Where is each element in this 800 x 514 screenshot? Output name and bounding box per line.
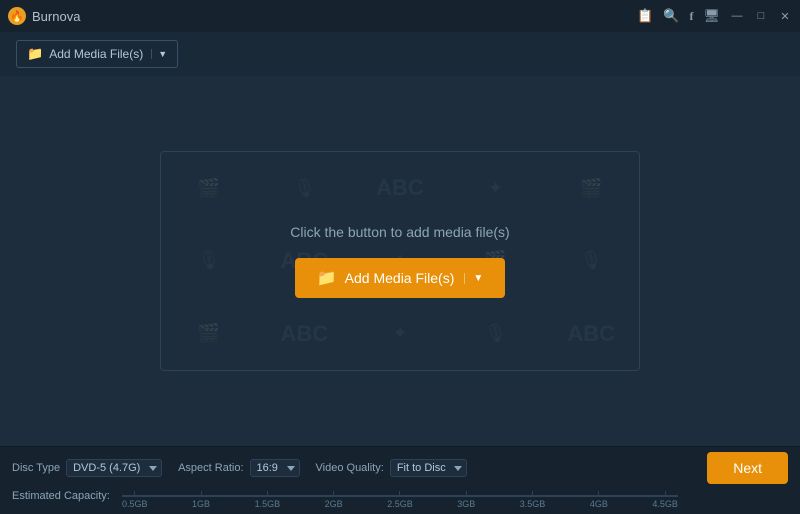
toolbar: 📁 Add Media File(s) ▼: [0, 32, 800, 76]
tick-5: 3GB: [457, 489, 475, 509]
file-toolbar-icon[interactable]: 📋: [637, 8, 653, 24]
wm-6: 🎙: [161, 225, 257, 298]
add-media-main-button[interactable]: 📁 Add Media File(s) ▼: [295, 258, 506, 298]
add-media-main-icon: 📁: [317, 268, 337, 288]
video-quality-group: Video Quality: Fit to Disc High Medium L…: [316, 459, 467, 477]
add-media-toolbar-button[interactable]: 📁 Add Media File(s) ▼: [16, 40, 178, 68]
drop-zone: 🎬 🎙 ABC ✦ 🎬 🎙 ABC ✦ 🎬 🎙 🎬 ABC ✦ 🎙 ABC Cl…: [160, 151, 640, 371]
tick-3: 2GB: [325, 489, 343, 509]
app-title: Burnova: [32, 9, 80, 24]
tick-4: 2.5GB: [387, 489, 413, 509]
aspect-ratio-select[interactable]: 16:9 4:3: [250, 459, 300, 477]
maximize-button[interactable]: □: [754, 9, 768, 23]
tick-7: 4GB: [590, 489, 608, 509]
wm-15: ABC: [543, 297, 639, 370]
capacity-label: Estimated Capacity:: [12, 490, 122, 502]
add-media-main-label: Add Media File(s): [345, 270, 455, 286]
tick-label-5: 3GB: [457, 499, 475, 509]
add-media-toolbar-dropdown[interactable]: ▼: [151, 49, 167, 59]
tick-label-2: 1.5GB: [255, 499, 281, 509]
wm-1: 🎬: [161, 152, 257, 225]
disc-type-group: Disc Type DVD-5 (4.7G) DVD-9 (8.5G) BD-2…: [12, 459, 162, 477]
add-media-toolbar-icon: 📁: [27, 46, 43, 62]
tick-0: 0.5GB: [122, 489, 148, 509]
tick-label-8: 4.5GB: [652, 499, 678, 509]
aspect-ratio-group: Aspect Ratio: 16:9 4:3: [178, 459, 299, 477]
main-area: 🎬 🎙 ABC ✦ 🎬 🎙 ABC ✦ 🎬 🎙 🎬 ABC ✦ 🎙 ABC Cl…: [0, 76, 800, 446]
next-button[interactable]: Next: [707, 452, 788, 484]
minimize-button[interactable]: —: [730, 9, 744, 23]
capacity-ticks: 0.5GB 1GB 1.5GB 2GB 2.5GB: [122, 489, 678, 509]
app-icon-symbol: 🔥: [10, 10, 24, 23]
wm-13: ✦: [352, 297, 448, 370]
bottom-bar: Disc Type DVD-5 (4.7G) DVD-9 (8.5G) BD-2…: [0, 446, 800, 514]
tick-label-7: 4GB: [590, 499, 608, 509]
tick-label-0: 0.5GB: [122, 499, 148, 509]
monitor-toolbar-icon[interactable]: 🖥: [703, 8, 720, 24]
wm-4: ✦: [448, 152, 544, 225]
close-button[interactable]: ✕: [778, 9, 792, 23]
tick-label-6: 3.5GB: [520, 499, 546, 509]
video-quality-label: Video Quality:: [316, 462, 384, 474]
disc-type-label: Disc Type: [12, 462, 60, 474]
wm-2: 🎙: [257, 152, 353, 225]
capacity-row: Estimated Capacity: 0.5GB 1GB 1.5GB: [12, 485, 788, 507]
app-icon: 🔥: [8, 7, 26, 25]
add-media-main-dropdown[interactable]: ▼: [464, 273, 483, 284]
add-media-toolbar-label: Add Media File(s): [49, 47, 143, 61]
tick-1: 1GB: [192, 489, 210, 509]
aspect-ratio-label: Aspect Ratio:: [178, 462, 243, 474]
facebook-toolbar-icon[interactable]: f: [689, 9, 693, 24]
capacity-bar: 0.5GB 1GB 1.5GB 2GB 2.5GB: [122, 489, 678, 503]
wm-3: ABC: [352, 152, 448, 225]
title-left: 🔥 Burnova: [8, 7, 80, 25]
tick-6: 3.5GB: [520, 489, 546, 509]
wm-5: 🎬: [543, 152, 639, 225]
tick-2: 1.5GB: [255, 489, 281, 509]
wm-12: ABC: [257, 297, 353, 370]
tick-8: 4.5GB: [652, 489, 678, 509]
wm-10: 🎙: [543, 225, 639, 298]
tick-label-4: 2.5GB: [387, 499, 413, 509]
wm-14: 🎙: [448, 297, 544, 370]
drop-hint-text: Click the button to add media file(s): [290, 224, 509, 240]
wm-11: 🎬: [161, 297, 257, 370]
disc-type-select[interactable]: DVD-5 (4.7G) DVD-9 (8.5G) BD-25 (25G) BD…: [66, 459, 162, 477]
video-quality-select[interactable]: Fit to Disc High Medium Low: [390, 459, 467, 477]
controls-row: Disc Type DVD-5 (4.7G) DVD-9 (8.5G) BD-2…: [12, 453, 788, 483]
title-controls: 📋 🔍 f 🖥 — □ ✕: [637, 8, 792, 24]
tick-label-1: 1GB: [192, 499, 210, 509]
search-toolbar-icon[interactable]: 🔍: [663, 8, 679, 24]
tick-label-3: 2GB: [325, 499, 343, 509]
title-bar: 🔥 Burnova 📋 🔍 f 🖥 — □ ✕: [0, 0, 800, 32]
